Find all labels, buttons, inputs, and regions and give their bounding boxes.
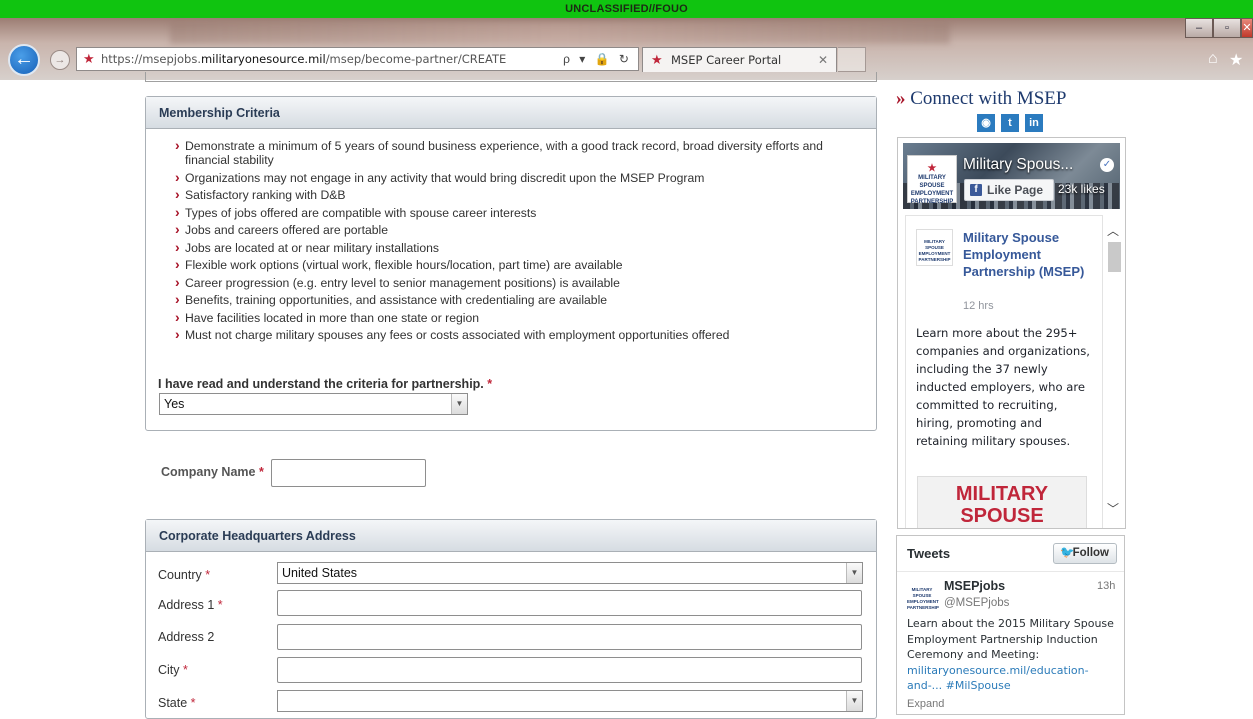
- tweet-time[interactable]: 13h: [1097, 580, 1115, 592]
- maximize-icon[interactable]: ▫: [1213, 18, 1241, 38]
- address1-input[interactable]: [277, 590, 862, 616]
- post-image[interactable]: MILITARY SPOUSE: [917, 476, 1087, 528]
- company-name-input[interactable]: [271, 459, 426, 487]
- state-label: State *: [158, 696, 196, 710]
- membership-criteria-panel: Membership Criteria Demonstrate a minimu…: [145, 96, 877, 431]
- home-icon[interactable]: ⌂: [1208, 50, 1218, 68]
- linkedin-icon[interactable]: in: [1025, 114, 1043, 132]
- hq-address-panel: Corporate Headquarters Address Country *…: [145, 519, 877, 719]
- criteria-item: Organizations may not engage in any acti…: [175, 170, 855, 185]
- favorites-star-icon[interactable]: ★: [1229, 50, 1243, 70]
- post-author-name[interactable]: Military Spouse Employment Partnership (…: [963, 229, 1093, 280]
- address2-label: Address 2: [158, 630, 215, 644]
- agree-label: I have read and understand the criteria …: [158, 377, 493, 391]
- facebook-post: MILITARY SPOUSE EMPLOYMENT PARTNERSHIP M…: [905, 215, 1103, 528]
- rss-icon[interactable]: ◉: [977, 114, 995, 132]
- previous-section-edge: [145, 72, 877, 82]
- facebook-widget: ★ MILITARY SPOUSE EMPLOYMENT PARTNERSHIP …: [897, 137, 1126, 529]
- msep-logo[interactable]: ★ MILITARY SPOUSE EMPLOYMENT PARTNERSHIP: [907, 155, 957, 205]
- city-input[interactable]: [277, 657, 862, 683]
- address-url: https://msepjobs.militaryonesource.mil/m…: [101, 52, 507, 66]
- chevron-down-icon: ▼: [846, 563, 862, 583]
- tweet-link[interactable]: militaryonesource.mil/education-and-... …: [907, 664, 1089, 693]
- tweet-author[interactable]: MSEPjobs: [944, 579, 1005, 593]
- scrollbar-thumb[interactable]: [1108, 242, 1121, 272]
- connect-heading: » Connect with MSEP: [896, 88, 1067, 109]
- criteria-item: Flexible work options (virtual work, fle…: [175, 257, 855, 272]
- tweets-heading: Tweets: [907, 546, 951, 561]
- address1-label: Address 1 *: [158, 598, 223, 612]
- follow-button[interactable]: 🐦 Follow: [1053, 543, 1117, 564]
- new-tab-button[interactable]: [838, 47, 866, 72]
- classification-banner: UNCLASSIFIED//FOUO: [0, 0, 1253, 18]
- criteria-item: Demonstrate a minimum of 5 years of soun…: [175, 138, 855, 167]
- scroll-down-icon[interactable]: ﹀: [1107, 500, 1119, 517]
- facebook-cover: ★ MILITARY SPOUSE EMPLOYMENT PARTNERSHIP …: [903, 143, 1120, 209]
- verified-icon: ✓: [1100, 158, 1114, 172]
- likes-count: 23k likes: [1058, 182, 1105, 196]
- forward-button[interactable]: →: [50, 50, 70, 70]
- hq-address-heading: Corporate Headquarters Address: [146, 520, 876, 552]
- tab-favicon-icon: ★: [651, 52, 663, 67]
- criteria-list: Demonstrate a minimum of 5 years of soun…: [175, 138, 855, 346]
- tweet-expand-link[interactable]: Expand: [907, 698, 944, 710]
- tab-title: MSEP Career Portal: [671, 53, 782, 67]
- tweet-text: Learn about the 2015 Military Spouse Emp…: [907, 617, 1114, 693]
- criteria-item: Have facilities located in more than one…: [175, 310, 855, 325]
- like-page-button[interactable]: f Like Page: [964, 179, 1054, 201]
- criteria-item: Types of jobs offered are compatible wit…: [175, 205, 855, 220]
- window-controls: – ▫ ✕: [1185, 18, 1253, 40]
- agree-select[interactable]: Yes ▼: [159, 393, 468, 415]
- site-favicon-icon: ★: [83, 51, 95, 66]
- facebook-icon: f: [970, 184, 982, 196]
- browser-tab[interactable]: ★ MSEP Career Portal ✕: [642, 47, 837, 72]
- post-author-logo[interactable]: MILITARY SPOUSE EMPLOYMENT PARTNERSHIP: [916, 229, 953, 266]
- twitter-widget: Tweets 🐦 Follow MILITARY SPOUSE EMPLOYMEN…: [896, 535, 1125, 715]
- tweet-avatar[interactable]: MILITARY SPOUSE EMPLOYMENT PARTNERSHIP: [907, 583, 939, 610]
- post-text: Learn more about the 295+ companies and …: [916, 326, 1090, 448]
- facebook-page-name[interactable]: Military Spous...: [963, 156, 1073, 174]
- company-name-label: Company Name *: [161, 465, 264, 479]
- close-icon[interactable]: ✕: [1241, 18, 1253, 38]
- criteria-item: Benefits, training opportunities, and as…: [175, 292, 855, 307]
- minimize-icon[interactable]: –: [1185, 18, 1213, 38]
- address-bar[interactable]: ★ https://msepjobs.militaryonesource.mil…: [76, 47, 639, 71]
- scroll-up-icon[interactable]: ︿: [1107, 222, 1119, 239]
- address-tools[interactable]: ρ ▾ 🔒 ↻: [563, 48, 632, 70]
- criteria-item: Must not charge military spouses any fee…: [175, 327, 855, 342]
- criteria-item: Jobs and careers offered are portable: [175, 222, 855, 237]
- city-label: City *: [158, 663, 188, 677]
- tweet-handle[interactable]: @MSEPjobs: [944, 597, 1009, 609]
- membership-criteria-heading: Membership Criteria: [146, 97, 876, 129]
- criteria-item: Jobs are located at or near military ins…: [175, 240, 855, 255]
- tab-close-icon[interactable]: ✕: [818, 48, 828, 72]
- address2-input[interactable]: [277, 624, 862, 650]
- chevron-down-icon: ▼: [846, 691, 862, 711]
- country-select[interactable]: United States ▼: [277, 562, 863, 584]
- country-label: Country *: [158, 568, 211, 582]
- post-time[interactable]: 12 hrs: [963, 300, 994, 312]
- twitter-icon[interactable]: t: [1001, 114, 1019, 132]
- chevron-down-icon: ▼: [451, 394, 467, 414]
- criteria-item: Career progression (e.g. entry level to …: [175, 275, 855, 290]
- criteria-item: Satisfactory ranking with D&B: [175, 187, 855, 202]
- twitter-bird-icon: 🐦: [1060, 547, 1075, 559]
- back-button[interactable]: ←: [8, 44, 40, 76]
